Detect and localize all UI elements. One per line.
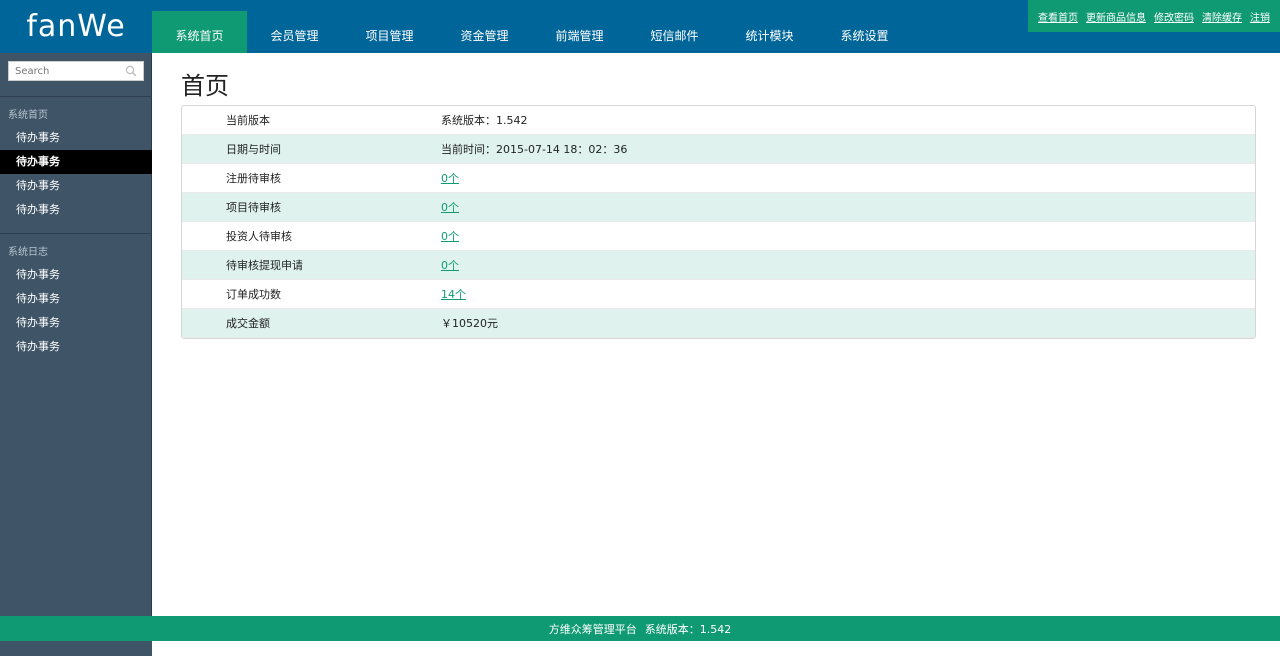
search-input[interactable] xyxy=(9,62,119,80)
nav-tab-members[interactable]: 会员管理 xyxy=(247,11,342,53)
pending-investors-link[interactable]: 0个 xyxy=(441,230,459,243)
row-label: 待审核提现申请 xyxy=(182,251,441,280)
main-content: 首页 当前版本 系统版本：1.542 日期与时间 当前时间：2015-07-14… xyxy=(152,53,1280,616)
row-value: 系统版本：1.542 xyxy=(441,106,1255,135)
table-row: 项目待审核 0个 xyxy=(182,193,1255,222)
sidebar-group-title: 系统首页 xyxy=(8,110,48,121)
sidebar-item-todo[interactable]: 待办事务 xyxy=(0,198,152,222)
logout-link[interactable]: 注销 xyxy=(1250,9,1270,24)
nav-tab-sms-email[interactable]: 短信邮件 xyxy=(627,11,722,53)
nav-tab-projects[interactable]: 项目管理 xyxy=(342,11,437,53)
sidebar-group-logs: 系统日志 待办事务 待办事务 待办事务 待办事务 xyxy=(0,243,152,359)
sidebar-item-todo-active[interactable]: 待办事务 xyxy=(0,150,152,174)
page-title: 首页 xyxy=(181,72,229,100)
table-row: 订单成功数 14个 xyxy=(182,280,1255,309)
nav-tab-settings[interactable]: 系统设置 xyxy=(817,11,912,53)
table-row: 投资人待审核 0个 xyxy=(182,222,1255,251)
nav-tab-home[interactable]: 系统首页 xyxy=(152,11,247,53)
sidebar-item-todo[interactable]: 待办事务 xyxy=(0,126,152,150)
row-value-cell: 0个 xyxy=(441,164,1255,193)
row-label: 成交金额 xyxy=(182,309,441,338)
row-label: 当前版本 xyxy=(182,106,441,135)
row-value-cell: 0个 xyxy=(441,251,1255,280)
sidebar-group-home: 系统首页 待办事务 待办事务 待办事务 待办事务 xyxy=(0,106,152,222)
sidebar-bottom-strip xyxy=(0,641,152,656)
update-products-link[interactable]: 更新商品信息 xyxy=(1086,9,1146,24)
sidebar-divider xyxy=(0,96,152,97)
sidebar: 系统首页 待办事务 待办事务 待办事务 待办事务 系统日志 待办事务 待办事务 … xyxy=(0,53,152,656)
nav-tab-funds[interactable]: 资金管理 xyxy=(437,11,532,53)
pending-registrations-link[interactable]: 0个 xyxy=(441,172,459,185)
row-label: 项目待审核 xyxy=(182,193,441,222)
top-links: 查看首页 更新商品信息 修改密码 清除缓存 注销 xyxy=(1028,0,1280,32)
row-value-cell: 0个 xyxy=(441,193,1255,222)
top-header: fanWe 系统首页 会员管理 项目管理 资金管理 前端管理 短信邮件 统计模块… xyxy=(0,0,1280,53)
change-password-link[interactable]: 修改密码 xyxy=(1154,9,1194,24)
row-label: 日期与时间 xyxy=(182,135,441,164)
logo-text: fanWe xyxy=(26,9,126,44)
sidebar-item-todo[interactable]: 待办事务 xyxy=(0,287,152,311)
footer-version: 系统版本：1.542 xyxy=(644,622,732,636)
row-value-cell: 14个 xyxy=(441,280,1255,309)
nav-tab-frontend[interactable]: 前端管理 xyxy=(532,11,627,53)
table-row: 待审核提现申请 0个 xyxy=(182,251,1255,280)
sidebar-group-title: 系统日志 xyxy=(8,247,48,258)
pending-projects-link[interactable]: 0个 xyxy=(441,201,459,214)
row-label: 投资人待审核 xyxy=(182,222,441,251)
row-value: ￥10520元 xyxy=(441,309,1255,338)
sidebar-divider xyxy=(0,233,152,234)
main-nav: 系统首页 会员管理 项目管理 资金管理 前端管理 短信邮件 统计模块 系统设置 xyxy=(152,11,912,53)
successful-orders-link[interactable]: 14个 xyxy=(441,288,466,301)
nav-tab-statistics[interactable]: 统计模块 xyxy=(722,11,817,53)
row-label: 订单成功数 xyxy=(182,280,441,309)
clear-cache-link[interactable]: 清除缓存 xyxy=(1202,9,1242,24)
dashboard-info-table: 当前版本 系统版本：1.542 日期与时间 当前时间：2015-07-14 18… xyxy=(181,105,1256,339)
pending-withdrawals-link[interactable]: 0个 xyxy=(441,259,459,272)
row-value-cell: 0个 xyxy=(441,222,1255,251)
sidebar-item-todo[interactable]: 待办事务 xyxy=(0,174,152,198)
table-row: 注册待审核 0个 xyxy=(182,164,1255,193)
row-label: 注册待审核 xyxy=(182,164,441,193)
sidebar-item-todo[interactable]: 待办事务 xyxy=(0,263,152,287)
table-row: 当前版本 系统版本：1.542 xyxy=(182,106,1255,135)
table-row: 日期与时间 当前时间：2015-07-14 18：02：36 xyxy=(182,135,1255,164)
logo[interactable]: fanWe xyxy=(0,0,152,53)
sidebar-item-todo[interactable]: 待办事务 xyxy=(0,335,152,359)
sidebar-item-todo[interactable]: 待办事务 xyxy=(0,311,152,335)
search-icon[interactable] xyxy=(125,65,137,77)
footer-platform-name: 方维众筹管理平台 xyxy=(548,622,637,636)
search-box xyxy=(8,61,144,81)
footer: 方维众筹管理平台 系统版本：1.542 xyxy=(0,616,1280,641)
table-row: 成交金额 ￥10520元 xyxy=(182,309,1255,338)
row-value: 当前时间：2015-07-14 18：02：36 xyxy=(441,135,1255,164)
view-homepage-link[interactable]: 查看首页 xyxy=(1038,9,1078,24)
